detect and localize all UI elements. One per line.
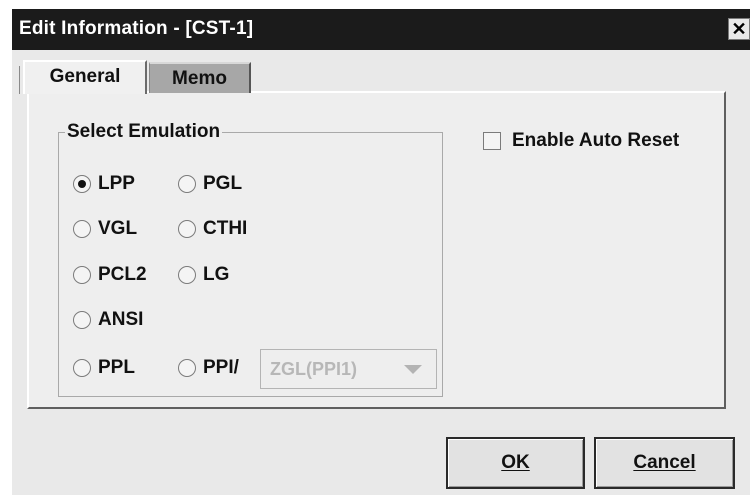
radio-ansi[interactable]: ANSI — [73, 308, 143, 332]
radio-ansi-label: ANSI — [98, 309, 144, 330]
radio-unselected-icon — [73, 359, 91, 377]
radio-ppl-label: PPL — [98, 357, 135, 378]
radio-unselected-icon — [178, 220, 196, 238]
radio-ppi[interactable]: PPI/ — [178, 356, 239, 380]
radio-lg[interactable]: LG — [178, 263, 229, 287]
radio-unselected-icon — [178, 359, 196, 377]
radio-lpp-label: LPP — [98, 173, 135, 194]
radio-ppl[interactable]: PPL — [73, 356, 135, 380]
checkbox-unchecked-icon — [483, 132, 501, 150]
cancel-button-label: Cancel — [633, 452, 696, 473]
enable-auto-reset-label: Enable Auto Reset — [512, 130, 680, 151]
radio-pgl[interactable]: PGL — [178, 172, 242, 196]
cancel-button[interactable]: Cancel — [594, 437, 735, 489]
radio-unselected-icon — [73, 220, 91, 238]
radio-unselected-icon — [178, 266, 196, 284]
close-icon[interactable]: ✕ — [728, 18, 750, 40]
radio-cthi[interactable]: CTHI — [178, 217, 247, 241]
tab-memo[interactable]: Memo — [149, 62, 251, 93]
radio-cthi-label: CTHI — [203, 218, 248, 239]
radio-lpp[interactable]: LPP — [73, 172, 135, 196]
radio-unselected-icon — [178, 175, 196, 193]
select-emulation-title: Select Emulation — [65, 121, 223, 143]
radio-unselected-icon — [73, 266, 91, 284]
ppi-emulation-select[interactable]: ZGL(PPI1) — [260, 349, 437, 389]
radio-ppi-label: PPI/ — [203, 357, 239, 378]
ppi-emulation-value: ZGL(PPI1) — [270, 359, 358, 379]
tab-general[interactable]: General — [19, 60, 147, 94]
radio-lg-label: LG — [203, 264, 230, 285]
ok-button[interactable]: OK — [446, 437, 585, 489]
radio-vgl[interactable]: VGL — [73, 217, 137, 241]
radio-pcl2[interactable]: PCL2 — [73, 263, 147, 287]
enable-auto-reset-checkbox[interactable]: Enable Auto Reset — [483, 130, 679, 152]
dialog-title: Edit Information - [CST-1] — [19, 18, 254, 39]
radio-selected-icon — [73, 175, 91, 193]
radio-vgl-label: VGL — [98, 218, 138, 239]
title-bar[interactable]: Edit Information - [CST-1] ✕ — [12, 9, 750, 50]
chevron-down-icon — [404, 365, 422, 374]
ok-button-label: OK — [501, 452, 530, 473]
radio-pgl-label: PGL — [203, 173, 243, 194]
radio-unselected-icon — [73, 311, 91, 329]
radio-pcl2-label: PCL2 — [98, 264, 147, 285]
